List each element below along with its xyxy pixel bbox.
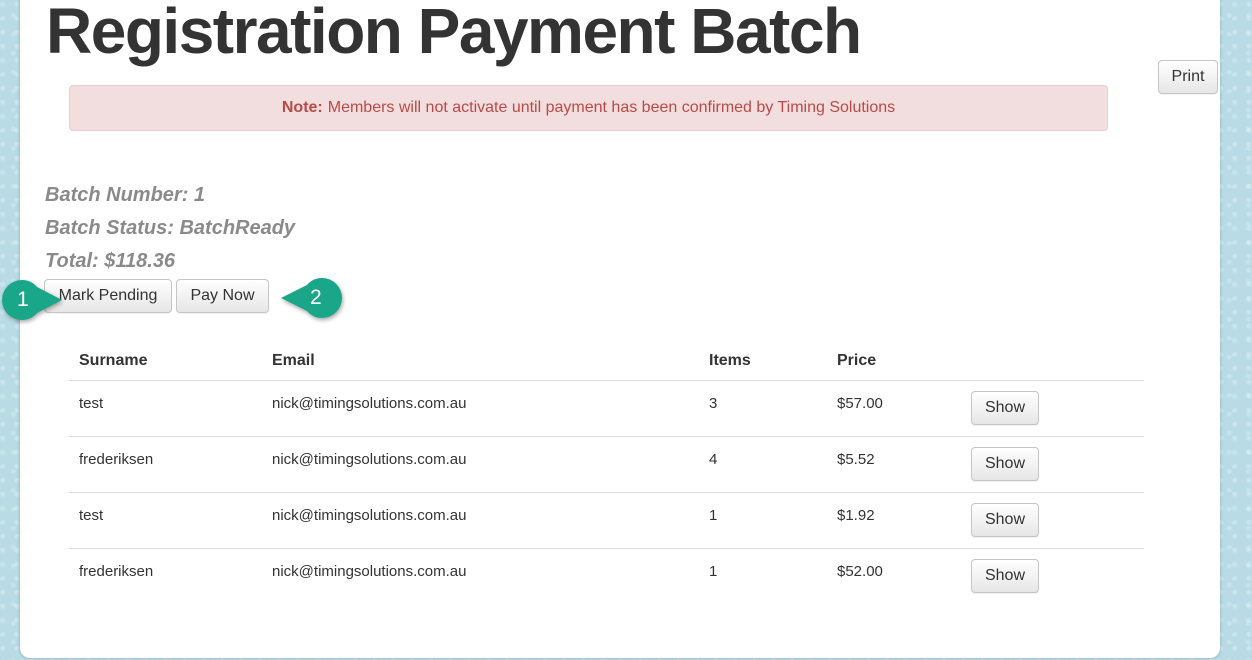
print-button[interactable]: Print	[1158, 60, 1218, 94]
pay-now-button[interactable]: Pay Now	[176, 279, 269, 313]
registrations-table: Surname Email Items Price test nick@timi…	[69, 342, 1144, 604]
header-email: Email	[262, 342, 699, 381]
header-surname: Surname	[69, 342, 262, 381]
table-header-row: Surname Email Items Price	[69, 342, 1144, 381]
note-message: Members will not activate until payment …	[327, 99, 896, 116]
cell-action: Show	[961, 549, 1144, 605]
cell-price: $52.00	[837, 563, 883, 580]
cell-surname: test	[69, 380, 262, 437]
cell-email: nick@timingsolutions.com.au	[272, 563, 467, 580]
cell-price: $57.00	[827, 380, 961, 437]
cell-email: nick@timingsolutions.com.au	[262, 380, 699, 437]
header-items: Items	[699, 342, 827, 381]
callout-2: 2	[278, 276, 344, 320]
table-row: test nick@timingsolutions.com.au 3 $57.0…	[69, 380, 1144, 437]
cell-items: 4	[699, 436, 827, 493]
show-button[interactable]: Show	[971, 391, 1039, 425]
cell-action: Show	[961, 380, 1144, 437]
show-button[interactable]: Show	[971, 503, 1039, 537]
callout-1-number: 1	[17, 288, 29, 311]
cell-action: Show	[961, 436, 1144, 493]
batch-status: Batch Status: BatchReady	[45, 217, 296, 239]
callout-1: 1	[0, 278, 66, 322]
cell-items: 3	[699, 380, 827, 437]
cell-email: nick@timingsolutions.com.au	[262, 492, 699, 549]
table-row: frederiksen nick@timingsolutions.com.au …	[69, 549, 1144, 605]
note-label: Note:	[281, 99, 323, 116]
cell-email: nick@timingsolutions.com.au	[262, 436, 699, 493]
cell-price: $5.52	[827, 436, 961, 493]
cell-action: Show	[961, 492, 1144, 549]
header-price: Price	[827, 342, 961, 381]
callout-2-number: 2	[310, 286, 322, 309]
batch-total: Total: $118.36	[45, 250, 176, 272]
cell-items: 1	[699, 492, 827, 549]
cell-surname: test	[69, 492, 262, 549]
show-button[interactable]: Show	[971, 447, 1039, 481]
note-alert: Note: Members will not activate until pa…	[69, 85, 1108, 131]
table-row: frederiksen nick@timingsolutions.com.au …	[69, 436, 1144, 493]
show-button[interactable]: Show	[971, 559, 1039, 593]
page-title: Registration Payment Batch	[46, 0, 862, 67]
cell-surname: frederiksen	[69, 436, 262, 493]
cell-price: $1.92	[827, 492, 961, 549]
cell-surname: frederiksen	[79, 563, 154, 580]
header-actions	[961, 342, 1144, 381]
batch-number: Batch Number: 1	[45, 184, 206, 206]
cell-items: 1	[709, 563, 718, 580]
table-row: test nick@timingsolutions.com.au 1 $1.92…	[69, 492, 1144, 549]
callout-1-shape	[2, 280, 62, 320]
